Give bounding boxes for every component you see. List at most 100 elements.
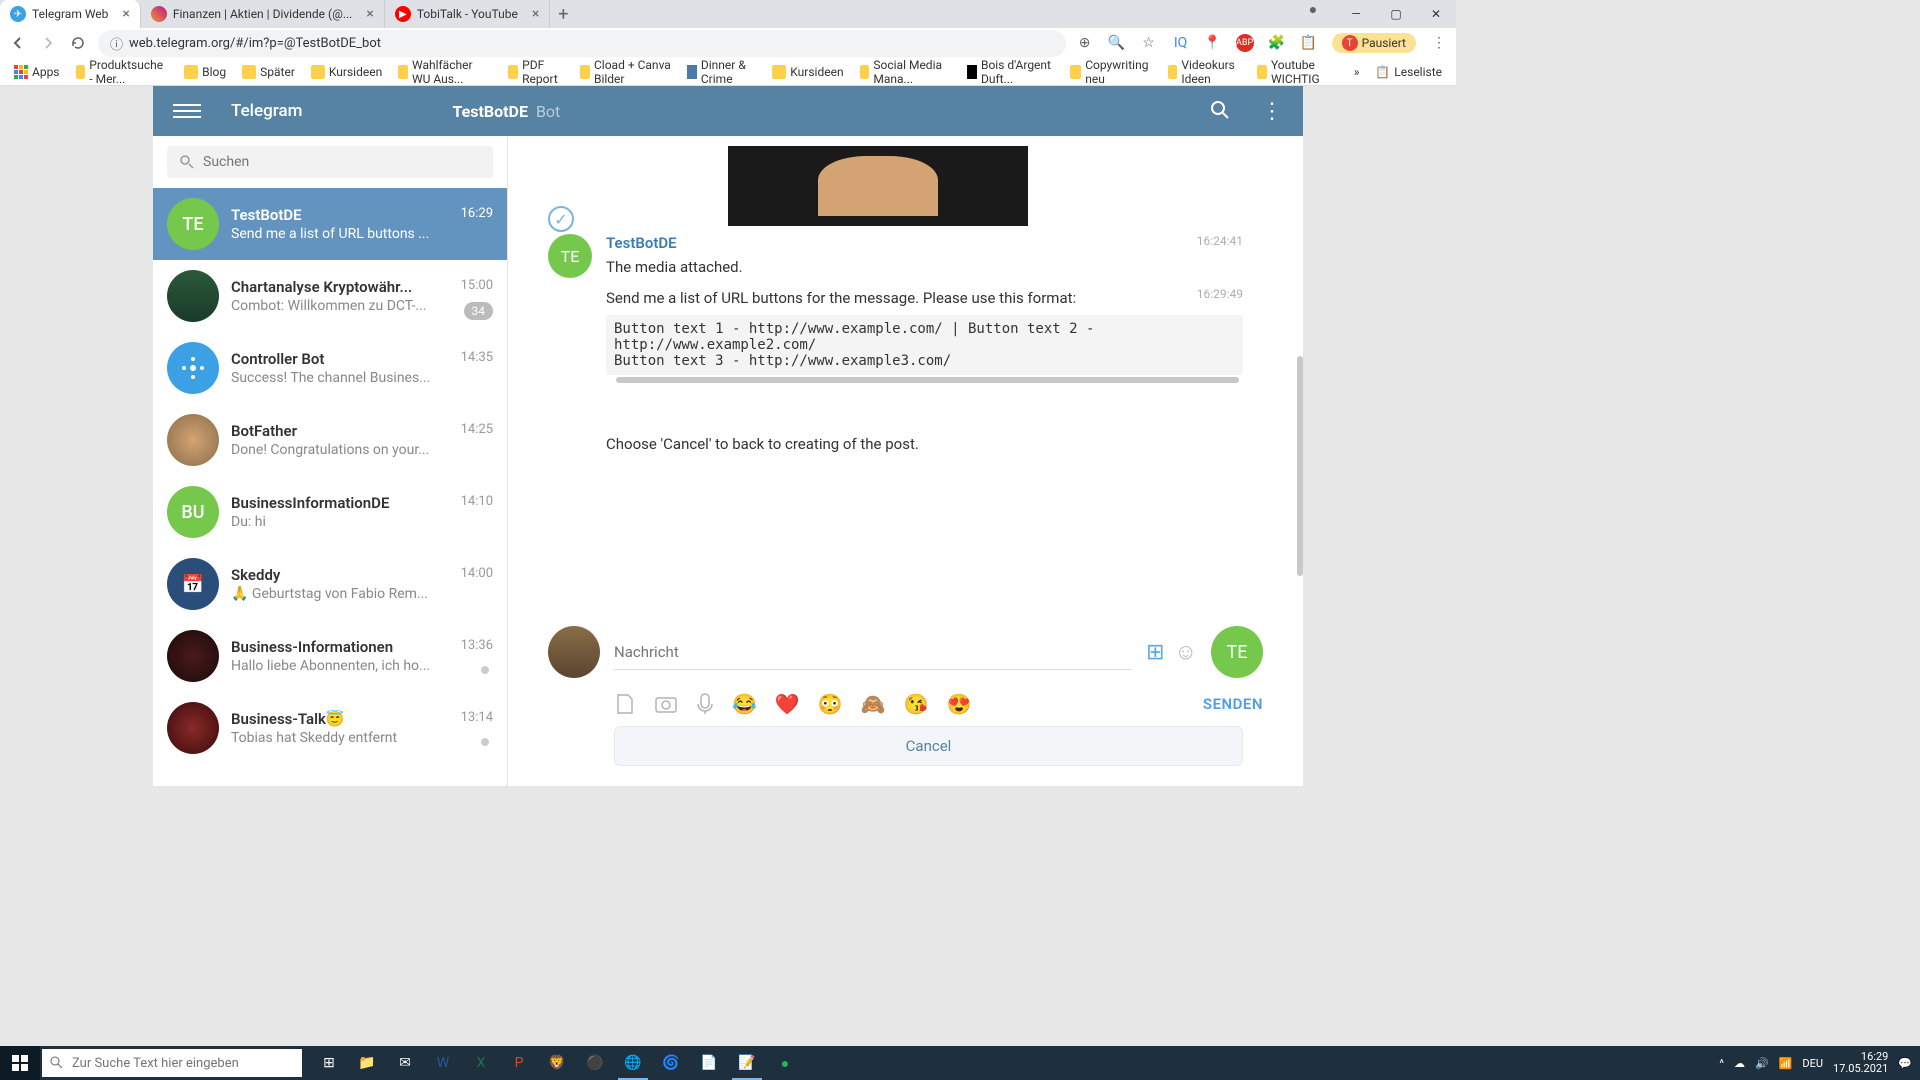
browser-tab[interactable]: Finanzen | Aktien | Dividende (@... × <box>141 0 385 28</box>
microphone-icon[interactable] <box>696 692 714 716</box>
task-view-icon[interactable]: ⊞ <box>310 1046 348 1080</box>
back-button[interactable] <box>8 35 28 51</box>
reload-button[interactable] <box>68 35 88 51</box>
minimize-button[interactable]: — <box>1336 0 1376 28</box>
brave-icon[interactable]: 🦁 <box>538 1046 576 1080</box>
emoji-quick[interactable]: 😍 <box>947 692 972 716</box>
chat-list-item[interactable]: BotFather14:25 Done! Congratulations on … <box>153 404 507 476</box>
spotify-icon[interactable]: ● <box>766 1046 804 1080</box>
chat-list-item[interactable]: BU BusinessInformationDE14:10 Du: hi <box>153 476 507 548</box>
search-box[interactable] <box>167 146 493 178</box>
chrome-icon[interactable]: 🌐 <box>614 1046 652 1080</box>
emoji-quick[interactable]: 😘 <box>904 692 929 716</box>
emoji-quick[interactable]: ❤️ <box>775 692 800 716</box>
emoji-icon[interactable]: ☺ <box>1175 639 1197 665</box>
reading-list-button[interactable]: 📋Leseliste <box>1369 63 1448 81</box>
bot-avatar[interactable]: TE <box>1211 626 1263 678</box>
message-input[interactable] <box>614 635 1132 670</box>
bookmark-item[interactable]: Youtube WICHTIG <box>1251 56 1344 88</box>
site-info-icon[interactable]: ⓘ <box>110 34 123 53</box>
forward-button[interactable] <box>38 35 58 51</box>
bookmark-overflow[interactable]: » <box>1348 63 1366 81</box>
maximize-button[interactable]: ▢ <box>1376 0 1416 28</box>
clock[interactable]: 16:29 17.05.2021 <box>1833 1051 1888 1075</box>
menu-button[interactable] <box>173 104 201 118</box>
bookmark-item[interactable]: Produktsuche - Mer... <box>70 56 175 88</box>
notifications-icon[interactable]: 💬 <box>1898 1057 1912 1070</box>
zoom-icon[interactable]: 🔍 <box>1108 34 1126 52</box>
onedrive-icon[interactable]: ☁ <box>1734 1057 1745 1070</box>
notepad-icon[interactable]: 📝 <box>728 1046 766 1080</box>
scrollbar[interactable] <box>1297 356 1303 576</box>
close-icon[interactable]: × <box>366 6 373 22</box>
bookmark-item[interactable]: Blog <box>178 63 232 81</box>
start-button[interactable] <box>0 1046 40 1080</box>
emoji-quick[interactable]: 🙈 <box>861 692 886 716</box>
message-sender[interactable]: TestBotDE <box>606 234 1243 252</box>
bookmark-item[interactable]: Kursideen <box>305 63 388 81</box>
chat-list-item[interactable]: Business-Informationen13:36 Hallo liebe … <box>153 620 507 692</box>
language-indicator[interactable]: DEU <box>1802 1057 1823 1070</box>
close-button[interactable]: ✕ <box>1416 0 1456 28</box>
bookmark-item[interactable]: Copywriting neu <box>1064 56 1157 88</box>
avatar[interactable]: TE <box>548 234 592 278</box>
volume-icon[interactable]: 🔊 <box>1755 1057 1769 1070</box>
search-button[interactable] <box>1209 99 1231 124</box>
chat-list-item[interactable]: TE TestBotDE16:29 Send me a list of URL … <box>153 188 507 260</box>
bookmark-item[interactable]: Bois d'Argent Duft... <box>961 56 1060 88</box>
excel-icon[interactable]: X <box>462 1046 500 1080</box>
bookmark-item[interactable]: Dinner & Crime <box>681 56 762 88</box>
obs-icon[interactable]: ⚫ <box>576 1046 614 1080</box>
close-icon[interactable]: × <box>122 6 129 22</box>
chat-list-item[interactable]: 📅 Skeddy14:00 🙏 Geburtstag von Fabio Rem… <box>153 548 507 620</box>
attach-file-icon[interactable] <box>614 693 636 715</box>
close-icon[interactable]: × <box>532 6 539 22</box>
chat-list-item[interactable]: Business-Talk😇13:14 Tobias hat Skeddy en… <box>153 692 507 764</box>
bookmark-item[interactable]: Wahlfächer WU Aus... <box>392 56 498 88</box>
bookmark-item[interactable]: Cload + Canva Bilder <box>574 56 677 88</box>
taskbar-search-input[interactable] <box>72 1056 294 1071</box>
media-attachment[interactable] <box>728 146 1028 226</box>
browser-tab[interactable]: ▶ TobiTalk - YouTube × <box>385 0 550 28</box>
bookmark-item[interactable]: Social Media Mana... <box>854 56 958 88</box>
message-list[interactable]: ✓ TE 16:24:41 TestBotDE The media attach… <box>508 136 1303 626</box>
menu-icon[interactable]: ⋮ <box>1430 34 1448 52</box>
search-input[interactable] <box>203 154 481 170</box>
edge-icon[interactable]: 🌀 <box>652 1046 690 1080</box>
star-icon[interactable]: ☆ <box>1140 34 1158 52</box>
extensions-icon[interactable]: 🧩 <box>1268 34 1286 52</box>
readinglist-icon[interactable]: 📋 <box>1300 34 1318 52</box>
user-avatar[interactable] <box>548 626 600 678</box>
extension-icon[interactable]: IQ <box>1172 34 1190 52</box>
install-icon[interactable]: ⊕ <box>1076 34 1094 52</box>
bookmark-item[interactable]: Später <box>236 63 301 81</box>
profile-paused[interactable]: T Pausiert <box>1332 33 1416 53</box>
emoji-quick[interactable]: 😳 <box>818 692 843 716</box>
explorer-icon[interactable]: 📁 <box>348 1046 386 1080</box>
bookmark-item[interactable]: Kursideen <box>766 63 849 81</box>
mail-icon[interactable]: ✉ <box>386 1046 424 1080</box>
chat-list-item[interactable]: Chartanalyse Kryptowähr...15:00 Combot: … <box>153 260 507 332</box>
cancel-button[interactable]: Cancel <box>614 726 1243 766</box>
send-button[interactable]: SENDEN <box>1203 695 1263 713</box>
camera-icon[interactable] <box>654 693 678 715</box>
chat-list[interactable]: TE TestBotDE16:29 Send me a list of URL … <box>153 188 507 786</box>
bookmark-item[interactable]: PDF Report <box>502 56 570 88</box>
chat-header-title[interactable]: TestBotDE Bot <box>452 102 560 121</box>
chat-list-item[interactable]: Controller Bot14:35 Success! The channel… <box>153 332 507 404</box>
apps-button[interactable]: Apps <box>8 63 66 81</box>
account-icon[interactable]: ● <box>1304 0 1322 18</box>
keyboard-icon[interactable]: ⊞ <box>1146 640 1164 665</box>
adblock-icon[interactable]: ABP <box>1236 34 1254 52</box>
new-tab-button[interactable]: + <box>550 4 576 25</box>
tray-expand-icon[interactable]: ^ <box>1719 1057 1724 1070</box>
bookmark-item[interactable]: Videokurs Ideen <box>1162 56 1248 88</box>
powerpoint-icon[interactable]: P <box>500 1046 538 1080</box>
url-bar[interactable]: ⓘ web.telegram.org/#/im?p=@TestBotDE_bot <box>98 30 1066 57</box>
extension-icon[interactable]: 📍 <box>1204 34 1222 52</box>
wifi-icon[interactable]: 📶 <box>1779 1057 1793 1070</box>
scrollbar[interactable] <box>616 377 1239 383</box>
app-icon[interactable]: 📄 <box>690 1046 728 1080</box>
emoji-quick[interactable]: 😂 <box>732 692 757 716</box>
taskbar-search[interactable] <box>42 1049 302 1077</box>
